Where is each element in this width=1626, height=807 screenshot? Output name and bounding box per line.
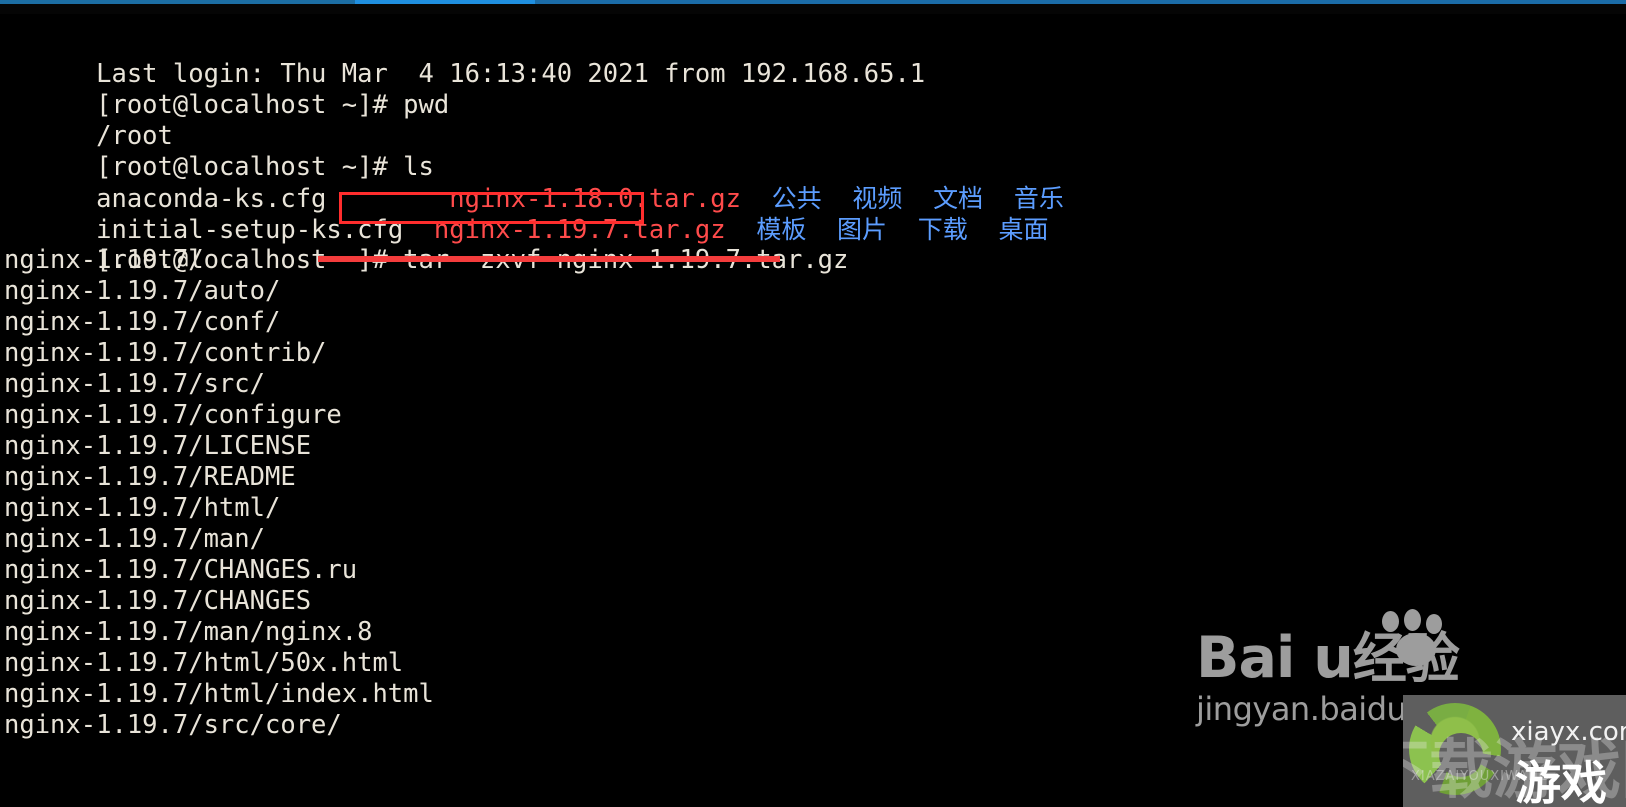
tar-output-entry: nginx-1.19.7/configure (4, 400, 342, 430)
terminal-line-command: [root@localhost ~]# ls (4, 121, 1626, 182)
tar-output-entry: nginx-1.19.7/conf/ (4, 307, 281, 337)
terminal-line: nginx-1.19.7/README (4, 462, 1626, 493)
terminal-line: nginx-1.19.7/CHANGES.ru (4, 555, 1626, 586)
tar-output-entry: nginx-1.19.7/man/ (4, 524, 265, 554)
terminal-line: nginx-1.19.7/html/ (4, 493, 1626, 524)
tar-output-entry: nginx-1.19.7/LICENSE (4, 431, 312, 461)
tar-output-entry: nginx-1.19.7/src/core/ (4, 710, 342, 740)
terminal-line: nginx-1.19.7/conf/ (4, 307, 1626, 338)
terminal-line: nginx-1.19.7/CHANGES (4, 586, 1626, 617)
tar-output-entry: nginx-1.19.7/html/index.html (4, 679, 434, 709)
tar-output-entry: nginx-1.19.7/html/50x.html (4, 648, 404, 678)
window-titlebar (0, 0, 1626, 14)
tar-output-entry: nginx-1.19.7/contrib/ (4, 338, 327, 368)
ls-listing-row: anaconda-ks.cfg nginx-1.18.0.tar.gz 公共 视… (4, 152, 1626, 214)
terminal-window: Last login: Thu Mar 4 16:13:40 2021 from… (0, 0, 1626, 807)
terminal-line: /root (4, 90, 1626, 151)
terminal-line: nginx-1.19.7/html/index.html (4, 679, 1626, 710)
terminal-line: nginx-1.19.7/src/ (4, 369, 1626, 400)
terminal-line-command: [root@localhost ~]# pwd (4, 59, 1626, 120)
tar-output-entry: nginx-1.19.7/CHANGES.ru (4, 555, 358, 585)
ls-listing-row: initial-setup-ks.cfg nginx-1.19.7.tar.gz… (4, 183, 1626, 245)
tar-output-entry: nginx-1.19.7/README (4, 462, 296, 492)
terminal-line: nginx-1.19.7/contrib/ (4, 338, 1626, 369)
terminal-line: nginx-1.19.7/ (4, 245, 1626, 276)
terminal-line-command: [root@localhost ~]# tar -zxvf nginx-1.19… (4, 214, 1626, 275)
terminal-line: Last login: Thu Mar 4 16:13:40 2021 from… (4, 28, 1626, 89)
terminal-line: nginx-1.19.7/man/nginx.8 (4, 617, 1626, 648)
tar-output-entry: nginx-1.19.7/auto/ (4, 276, 281, 306)
terminal-line: nginx-1.19.7/configure (4, 400, 1626, 431)
tar-output-entry: nginx-1.19.7/CHANGES (4, 586, 312, 616)
terminal-output-area[interactable]: Last login: Thu Mar 4 16:13:40 2021 from… (0, 14, 1626, 807)
tar-output-entry: nginx-1.19.7/ (4, 245, 204, 275)
terminal-line: nginx-1.19.7/auto/ (4, 276, 1626, 307)
tar-output-entry: nginx-1.19.7/html/ (4, 493, 281, 523)
tar-output-entry: nginx-1.19.7/src/ (4, 369, 265, 399)
terminal-line: nginx-1.19.7/src/core/ (4, 710, 1626, 741)
terminal-line: nginx-1.19.7/LICENSE (4, 431, 1626, 462)
terminal-line: nginx-1.19.7/html/50x.html (4, 648, 1626, 679)
tar-output-entry: nginx-1.19.7/man/nginx.8 (4, 617, 373, 647)
terminal-line: nginx-1.19.7/man/ (4, 524, 1626, 555)
titlebar-shadow (0, 4, 1626, 14)
